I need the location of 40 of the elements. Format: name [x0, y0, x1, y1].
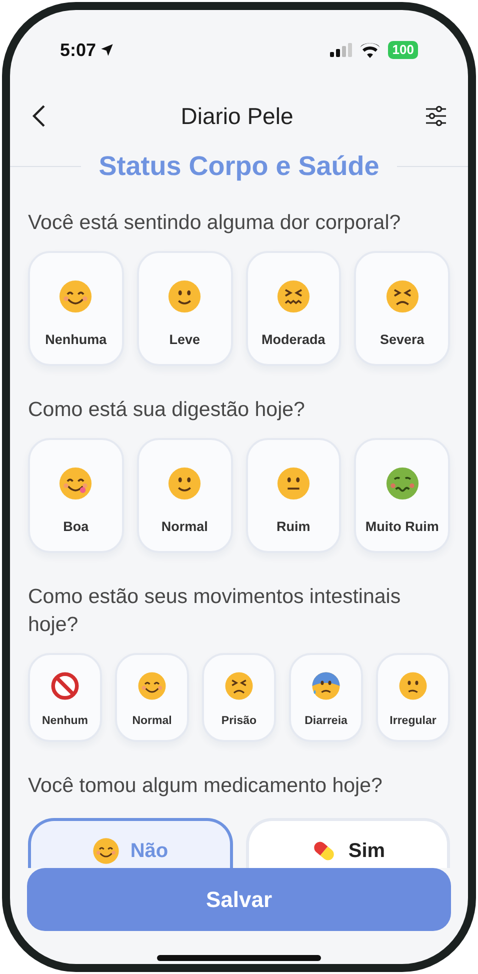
- sick-face-icon: [384, 466, 420, 501]
- section-title: Status Corpo e Saúde: [98, 150, 380, 183]
- option-card[interactable]: Muito Ruim: [354, 438, 450, 553]
- option-card[interactable]: Moderada: [246, 251, 342, 366]
- battery-indicator: 100: [388, 41, 418, 59]
- smiley-face-icon: [167, 279, 202, 314]
- wifi-icon: [360, 42, 380, 58]
- option-card[interactable]: Irregular: [376, 653, 450, 742]
- no-entry-icon: [50, 671, 80, 701]
- smiley-face-icon: [167, 466, 202, 501]
- option-card[interactable]: Diarreia: [289, 653, 363, 742]
- question-text: Como estão seus movimentos intestinais hoje?: [28, 584, 402, 638]
- option-card[interactable]: Boa: [28, 438, 124, 553]
- option-card[interactable]: Nenhum: [28, 653, 102, 742]
- happy-face-icon: [92, 836, 120, 864]
- page-title: Diario Pele: [180, 102, 294, 131]
- question-text: Você tomou algum medicamento hoje?: [28, 773, 384, 799]
- option-card[interactable]: Leve: [136, 251, 232, 366]
- frowning-face-icon: [384, 279, 420, 314]
- neutral-face-icon: [276, 466, 311, 501]
- option-card[interactable]: Severa: [354, 251, 450, 366]
- settings-icon[interactable]: [424, 104, 448, 128]
- question-text: Como está sua digestão hoje?: [28, 397, 306, 423]
- answer-button[interactable]: Sim: [246, 818, 450, 868]
- status-time: 5:07: [60, 38, 96, 62]
- option-card[interactable]: Normal: [136, 438, 232, 553]
- tongue-face-icon: [58, 466, 94, 501]
- sweating-face-icon: [311, 671, 341, 701]
- location-arrow-icon: [100, 43, 114, 57]
- signal-icon: [330, 43, 352, 57]
- option-card[interactable]: Nenhuma: [28, 251, 124, 366]
- confused-face-icon: [398, 671, 428, 701]
- question-text: Você está sentindo alguma dor corporal?: [28, 210, 402, 236]
- option-card[interactable]: Prisão: [202, 653, 276, 742]
- option-card[interactable]: Ruim: [246, 438, 342, 553]
- happy-face-icon: [137, 671, 167, 701]
- squinting-face-icon: [276, 279, 311, 314]
- squinting-face-icon: [224, 671, 254, 701]
- option-card[interactable]: Normal: [115, 653, 189, 742]
- happy-face-icon: [58, 279, 94, 314]
